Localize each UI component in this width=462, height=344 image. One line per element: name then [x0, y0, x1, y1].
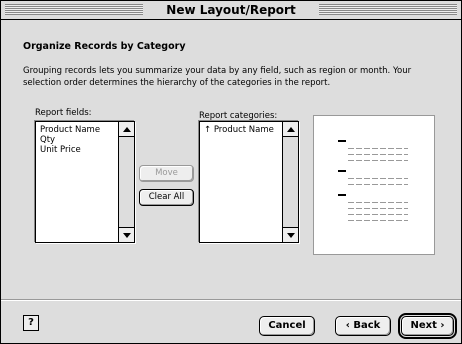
report-categories-list[interactable]: ↑ Product Name — [199, 121, 299, 243]
report-preview — [313, 115, 435, 255]
next-button[interactable]: Next › — [401, 316, 454, 336]
preview-line — [348, 214, 408, 215]
cancel-button[interactable]: Cancel — [259, 316, 315, 336]
scroll-up-arrow[interactable] — [119, 122, 134, 137]
clear-all-button[interactable]: Clear All — [139, 189, 194, 206]
preview-line — [348, 202, 408, 203]
preview-line — [348, 220, 408, 221]
report-fields-items: Product Name Qty Unit Price — [40, 125, 100, 155]
scroll-down-arrow[interactable] — [283, 227, 298, 242]
preview-group-marker — [338, 170, 346, 172]
help-button[interactable]: ? — [23, 315, 39, 331]
arrow-up-icon — [286, 126, 295, 132]
dialog-window: New Layout/Report Organize Records by Ca… — [0, 0, 462, 344]
preview-line — [348, 208, 408, 209]
section-description: Grouping records lets you summarize your… — [23, 66, 412, 88]
report-categories-items: ↑ Product Name — [204, 125, 274, 135]
arrow-down-icon — [122, 232, 131, 238]
window-title: New Layout/Report — [143, 2, 319, 18]
arrow-up-icon — [122, 126, 131, 132]
report-fields-list[interactable]: Product Name Qty Unit Price — [35, 121, 135, 243]
scroll-down-arrow[interactable] — [119, 227, 134, 242]
preview-group-marker — [338, 140, 346, 142]
title-bar[interactable]: New Layout/Report — [1, 1, 461, 20]
report-categories-label: Report categories: — [199, 111, 278, 121]
preview-line — [348, 148, 408, 149]
report-categories-scrollbar[interactable] — [282, 122, 298, 242]
scroll-up-arrow[interactable] — [283, 122, 298, 137]
report-fields-scrollbar[interactable] — [118, 122, 134, 242]
back-button[interactable]: ‹ Back — [335, 316, 391, 336]
list-item[interactable]: Unit Price — [40, 145, 100, 155]
list-item[interactable]: ↑ Product Name — [204, 125, 274, 135]
preview-line — [348, 154, 408, 155]
sort-ascending-icon: ↑ — [204, 125, 212, 135]
preview-line — [348, 184, 408, 185]
report-fields-label: Report fields: — [35, 108, 92, 118]
list-item[interactable]: Qty — [40, 135, 100, 145]
arrow-down-icon — [286, 232, 295, 238]
preview-group-marker — [338, 194, 346, 196]
title-bar-stripes-left — [5, 4, 143, 15]
preview-line — [348, 160, 408, 161]
footer-separator — [1, 299, 461, 300]
move-button[interactable]: Move — [139, 165, 194, 182]
title-bar-stripes-right — [319, 4, 457, 15]
section-heading: Organize Records by Category — [23, 41, 186, 52]
preview-line — [348, 178, 408, 179]
list-item[interactable]: Product Name — [40, 125, 100, 135]
category-name: Product Name — [213, 125, 274, 135]
